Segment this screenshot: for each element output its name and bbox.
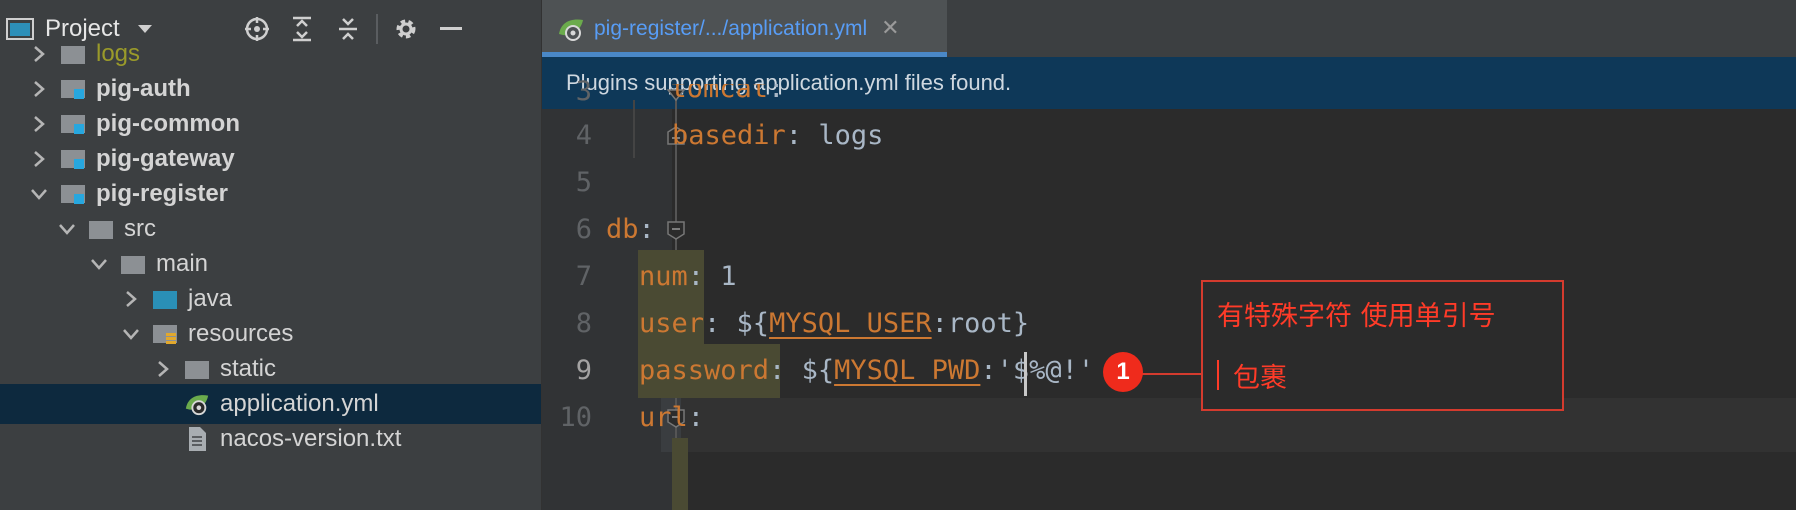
spring-yaml-icon [556, 16, 586, 42]
line-number-current: 9 [575, 355, 592, 386]
line-number: 10 [559, 402, 592, 433]
tree-label: logs [96, 40, 141, 67]
folder-icon [184, 357, 210, 381]
placeholder-open: ${ [801, 355, 835, 386]
tree-item-pig-common[interactable]: pig-common [0, 104, 541, 144]
yaml-key: user [639, 308, 705, 339]
tree-label: nacos-version.txt [220, 425, 402, 452]
tree-item-resources[interactable]: resources [0, 314, 541, 354]
code-line-8[interactable]: user: ${MYSQL_USER:root} [639, 297, 1029, 351]
code-line-7[interactable]: num: 1 [639, 250, 737, 304]
close-icon[interactable]: ✕ [881, 16, 899, 41]
tree-item-logs[interactable]: logs [0, 34, 541, 74]
tree-item-java[interactable]: java [0, 279, 541, 319]
placeholder-default: :root} [931, 308, 1030, 339]
text-cursor [1024, 352, 1027, 396]
line-number: 8 [575, 308, 592, 339]
line-number: 4 [575, 120, 592, 151]
line-number: 5 [575, 167, 592, 198]
code-line-6[interactable]: db: [606, 203, 655, 257]
tree-item-pig-gateway[interactable]: pig-gateway [0, 139, 541, 179]
chevron-right-icon[interactable] [28, 78, 50, 100]
module-folder-icon [60, 147, 86, 171]
line-number: 6 [575, 214, 592, 245]
yaml-key: password [639, 355, 770, 386]
source-folder-icon [152, 287, 178, 311]
tree-item-application-yml[interactable]: application.yml [0, 384, 541, 424]
annotation-text-line2: 包裹 [1233, 363, 1287, 394]
tree-label: pig-gateway [96, 145, 235, 172]
tree-item-src[interactable]: src [0, 209, 541, 249]
chevron-down-icon[interactable] [28, 183, 50, 205]
line-number: 7 [575, 261, 592, 292]
chevron-right-icon[interactable] [152, 358, 174, 380]
chevron-down-icon[interactable] [56, 218, 78, 240]
chevron-right-icon[interactable] [28, 148, 50, 170]
tree-label: java [188, 285, 233, 312]
key-highlight [672, 438, 688, 510]
tree-label: main [156, 250, 209, 277]
spring-yaml-icon [184, 392, 210, 416]
tree-label: resources [188, 320, 294, 347]
tab-application-yml[interactable]: pig-register/.../application.yml ✕ [542, 0, 947, 57]
yaml-key: db [606, 214, 639, 245]
tree-label: pig-common [96, 110, 240, 137]
folder-icon [60, 42, 86, 66]
yaml-value: logs [818, 120, 884, 151]
tree-item-pig-register[interactable]: pig-register [0, 174, 541, 214]
editor: pig-register/.../application.yml ✕ Plugi… [541, 0, 1796, 510]
yaml-key: num [639, 261, 688, 292]
yaml-value: 1 [720, 261, 737, 292]
tree-item-static[interactable]: static [0, 349, 541, 389]
tree-item-main[interactable]: main [0, 244, 541, 284]
module-folder-icon [60, 77, 86, 101]
tree-label: pig-register [96, 180, 229, 207]
placeholder-default: :'$%@!' [980, 355, 1095, 386]
annotation-connector [1135, 373, 1203, 375]
tree-item-nacos-version[interactable]: nacos-version.txt [0, 419, 541, 459]
chevron-right-icon[interactable] [28, 43, 50, 65]
chevron-down-icon[interactable] [88, 253, 110, 275]
module-folder-icon [60, 182, 86, 206]
tree-label: static [220, 355, 277, 382]
tree-label: src [124, 215, 156, 242]
env-variable: MYSQL_PWD [834, 355, 981, 386]
tab-title: pig-register/.../application.yml [594, 16, 868, 40]
folder-icon [120, 252, 146, 276]
tree-label: pig-auth [96, 75, 191, 102]
tab-bar: pig-register/.../application.yml ✕ [542, 0, 1796, 57]
code-line-4[interactable]: basedir: logs [672, 109, 883, 163]
tree-label: application.yml [220, 390, 379, 417]
annotation-badge: 1 [1103, 352, 1143, 392]
project-panel: Project logs pig-auth pig-common pig-gat… [0, 0, 541, 510]
yaml-key: basedir [672, 120, 786, 151]
indent-guide [633, 100, 635, 158]
annotation-text-line1: 有特殊字符 使用单引号 [1217, 301, 1496, 332]
text-file-icon [184, 427, 210, 451]
fold-marker-icon[interactable] [666, 220, 686, 240]
env-variable: MYSQL_USER [769, 308, 932, 339]
module-folder-icon [60, 112, 86, 136]
folder-icon [88, 217, 114, 241]
banner-text: Plugins supporting application.yml files… [566, 70, 1012, 95]
resources-folder-icon [152, 322, 178, 346]
chevron-down-icon[interactable] [120, 323, 142, 345]
placeholder-open: ${ [736, 308, 770, 339]
yaml-key: url [639, 402, 688, 433]
chevron-right-icon[interactable] [120, 288, 142, 310]
tree-item-pig-auth[interactable]: pig-auth [0, 69, 541, 109]
annotation-text-cursor [1217, 360, 1219, 390]
annotation-box: 有特殊字符 使用单引号 包裹 [1201, 280, 1564, 411]
chevron-right-icon[interactable] [28, 113, 50, 135]
code-line-10[interactable]: url: [639, 391, 704, 445]
